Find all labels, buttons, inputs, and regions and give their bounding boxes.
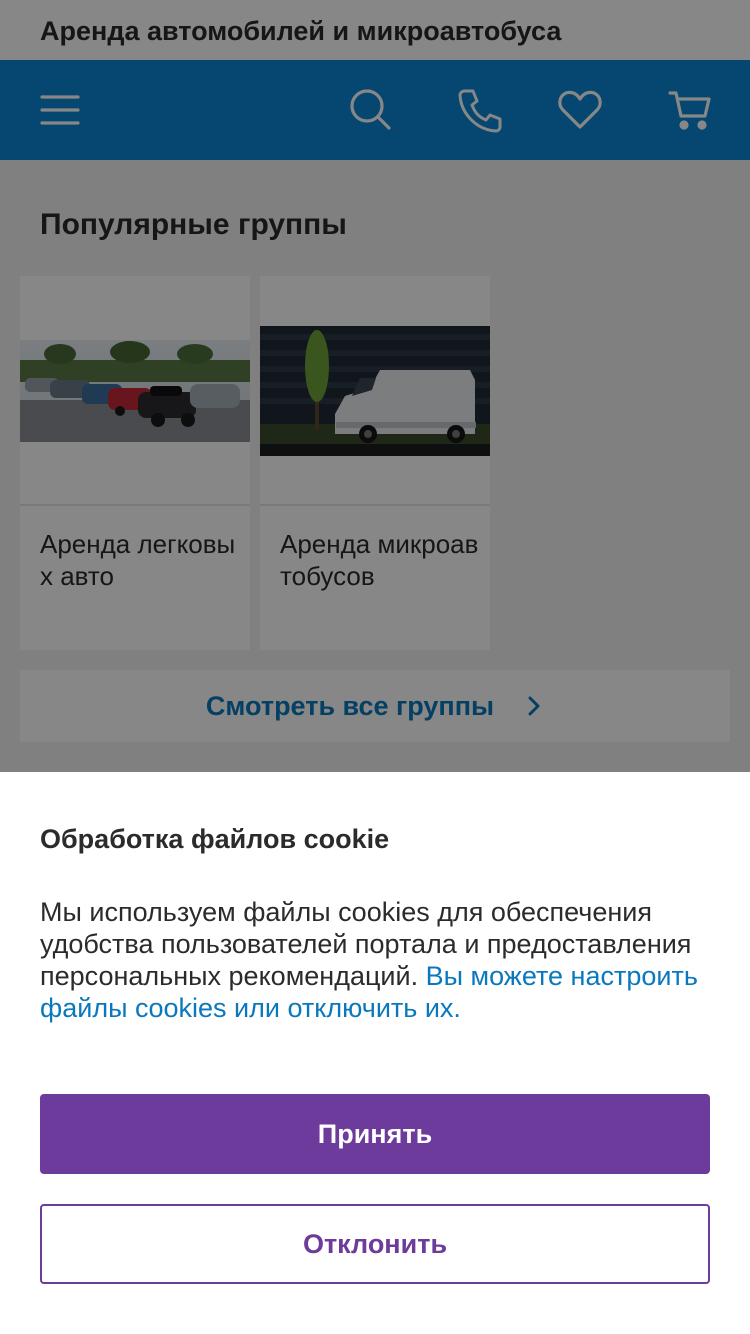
decline-button[interactable]: Отклонить: [40, 1204, 710, 1284]
cookie-banner: Обработка файлов cookie Мы используем фа…: [0, 772, 750, 1334]
page: Аренда автомобилей и микроавтобуса Попул…: [0, 0, 750, 1334]
cookie-title: Обработка файлов cookie: [40, 824, 390, 854]
accept-button[interactable]: Принять: [40, 1094, 710, 1174]
modal-overlay[interactable]: [0, 0, 750, 772]
cookie-text: Мы используем файлы cookies для обеспече…: [40, 896, 710, 1024]
